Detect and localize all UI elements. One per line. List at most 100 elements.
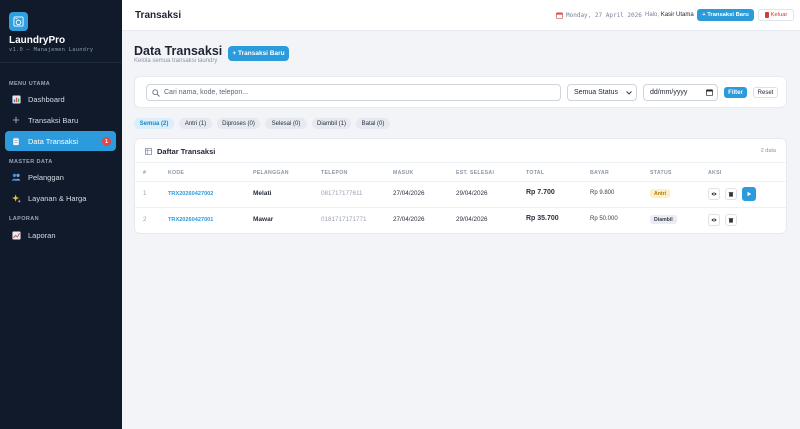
sidebar-item-label: Data Transaksi — [28, 136, 79, 146]
cell-kode-link[interactable]: TRX20260427002 — [168, 191, 213, 197]
col-header-no: # — [143, 170, 147, 176]
filter-card: Cari nama, kode, telepon... Semua Status… — [134, 76, 787, 108]
delete-button[interactable] — [725, 188, 737, 200]
tab-batal[interactable]: Batal (0) — [356, 118, 390, 129]
topbar: Transaksi Monday, 27 April 2026 Halo, Ka… — [122, 0, 800, 31]
divider — [135, 207, 788, 208]
section-master-data: MASTER DATA — [9, 159, 53, 165]
status-badge: Diambil — [650, 215, 677, 224]
cell-pelanggan: Mawar — [253, 216, 274, 223]
users-icon — [11, 172, 21, 182]
sidebar-item-label: Layanan & Harga — [28, 193, 87, 203]
cell-est-selesai: 29/04/2026 — [456, 190, 488, 197]
sidebar-item-transaksi-baru[interactable]: Transaksi Baru — [5, 110, 116, 130]
table-title-text: Daftar Transaksi — [157, 147, 216, 156]
cell-no: 1 — [143, 190, 147, 197]
calendar-icon — [706, 89, 713, 96]
search-input[interactable]: Cari nama, kode, telepon... — [146, 84, 561, 101]
section-menu-utama: MENU UTAMA — [9, 81, 51, 87]
cell-masuk: 27/04/2026 — [393, 190, 425, 197]
col-header-status: STATUS — [650, 170, 672, 176]
washing-machine-icon — [13, 16, 24, 27]
view-button[interactable] — [708, 188, 720, 200]
tab-semua[interactable]: Semua (2) — [134, 118, 174, 129]
col-header-pelanggan: PELANGGAN — [253, 170, 289, 176]
brand-logo — [9, 12, 28, 31]
col-header-aksi: AKSI — [708, 170, 722, 176]
status-select[interactable]: Semua Status — [567, 84, 637, 101]
page-title: Transaksi — [135, 10, 182, 21]
cell-est-selesai: 29/04/2026 — [456, 216, 488, 223]
sidebar-item-layanan-harga[interactable]: Layanan & Harga — [5, 188, 116, 208]
chevron-down-icon — [626, 90, 632, 95]
delete-button[interactable] — [725, 214, 737, 226]
report-icon — [11, 230, 21, 240]
play-icon — [747, 191, 752, 197]
col-header-telepon: TELEPON — [321, 170, 348, 176]
cell-total: Rp 7.700 — [526, 189, 555, 196]
cell-telepon: 0181717171771 — [321, 216, 367, 223]
tab-selesai[interactable]: Selesai (0) — [265, 118, 307, 129]
cell-bayar: Rp 50.000 — [590, 216, 618, 222]
brand-version: v1.0 — Manajemen Laundry — [9, 47, 94, 53]
divider — [135, 162, 788, 163]
section-laporan: LAPORAN — [9, 216, 39, 222]
plus-icon — [11, 115, 21, 125]
eye-icon — [711, 192, 717, 196]
tab-antri[interactable]: Antri (1) — [179, 118, 212, 129]
clipboard-icon — [11, 136, 21, 146]
transaction-table-card: Daftar Transaksi 2 data # KODE PELANGGAN… — [134, 138, 788, 234]
sidebar-item-label: Pelanggan — [28, 172, 64, 182]
divider — [135, 181, 788, 182]
table-icon — [145, 148, 152, 155]
col-header-masuk: MASUK — [393, 170, 414, 176]
sidebar-item-dashboard[interactable]: Dashboard — [5, 89, 116, 109]
cell-masuk: 27/04/2026 — [393, 216, 425, 223]
logout-label: Keluar — [770, 12, 788, 18]
col-header-total: TOTAL — [526, 170, 545, 176]
brand-name: LaundryPro — [9, 35, 66, 46]
sidebar-item-data-transaksi[interactable]: Data Transaksi 1 — [5, 131, 116, 151]
cell-no: 2 — [143, 216, 147, 223]
sidebar: LaundryPro v1.0 — Manajemen Laundry MENU… — [0, 0, 122, 429]
calendar-icon — [556, 12, 563, 19]
trash-icon — [728, 217, 734, 223]
tab-diambil[interactable]: Diambil (1) — [312, 118, 351, 129]
search-placeholder: Cari nama, kode, telepon... — [164, 89, 249, 96]
status-badge: Antri — [650, 189, 671, 198]
process-button[interactable] — [742, 187, 756, 201]
user-greeting: Halo, Kasir Utama — [645, 12, 694, 18]
chart-icon — [11, 94, 21, 104]
content-title: Data Transaksi — [134, 44, 223, 58]
trash-icon — [728, 191, 734, 197]
reset-button[interactable]: Reset — [753, 87, 778, 98]
cell-telepon: 081717177611 — [321, 190, 363, 197]
logout-icon — [764, 12, 769, 18]
top-new-transaction-button[interactable]: + Transaksi Baru — [697, 9, 754, 21]
sidebar-item-label: Dashboard — [28, 94, 65, 104]
sparkle-icon — [11, 193, 21, 203]
eye-icon — [711, 218, 717, 222]
tab-diproses[interactable]: Diproses (0) — [217, 118, 260, 129]
table-title: Daftar Transaksi — [145, 147, 215, 156]
row-count: 2 data — [760, 148, 776, 154]
logout-button[interactable]: Keluar — [758, 9, 794, 21]
view-button[interactable] — [708, 214, 720, 226]
sidebar-item-label: Transaksi Baru — [28, 115, 79, 125]
content-subtitle: Kelola semua transaksi laundry — [134, 58, 218, 64]
col-header-kode: KODE — [168, 170, 185, 176]
current-date: Monday, 27 April 2026 — [556, 12, 642, 19]
sidebar-item-laporan[interactable]: Laporan — [5, 225, 116, 245]
date-input[interactable]: dd/mm/yyyy — [643, 84, 718, 101]
date-text: Monday, 27 April 2026 — [566, 12, 642, 19]
date-placeholder: dd/mm/yyyy — [650, 89, 688, 96]
sidebar-divider — [0, 62, 122, 63]
filter-button[interactable]: Filter — [724, 87, 747, 98]
new-transaction-button[interactable]: + Transaksi Baru — [228, 46, 289, 61]
greeting-label: Halo, — [645, 12, 660, 18]
notification-badge: 1 — [102, 137, 111, 146]
cell-kode-link[interactable]: TRX20260427001 — [168, 217, 213, 223]
user-name: Kasir Utama — [660, 12, 694, 18]
col-header-bayar: BAYAR — [590, 170, 609, 176]
sidebar-item-pelanggan[interactable]: Pelanggan — [5, 167, 116, 187]
